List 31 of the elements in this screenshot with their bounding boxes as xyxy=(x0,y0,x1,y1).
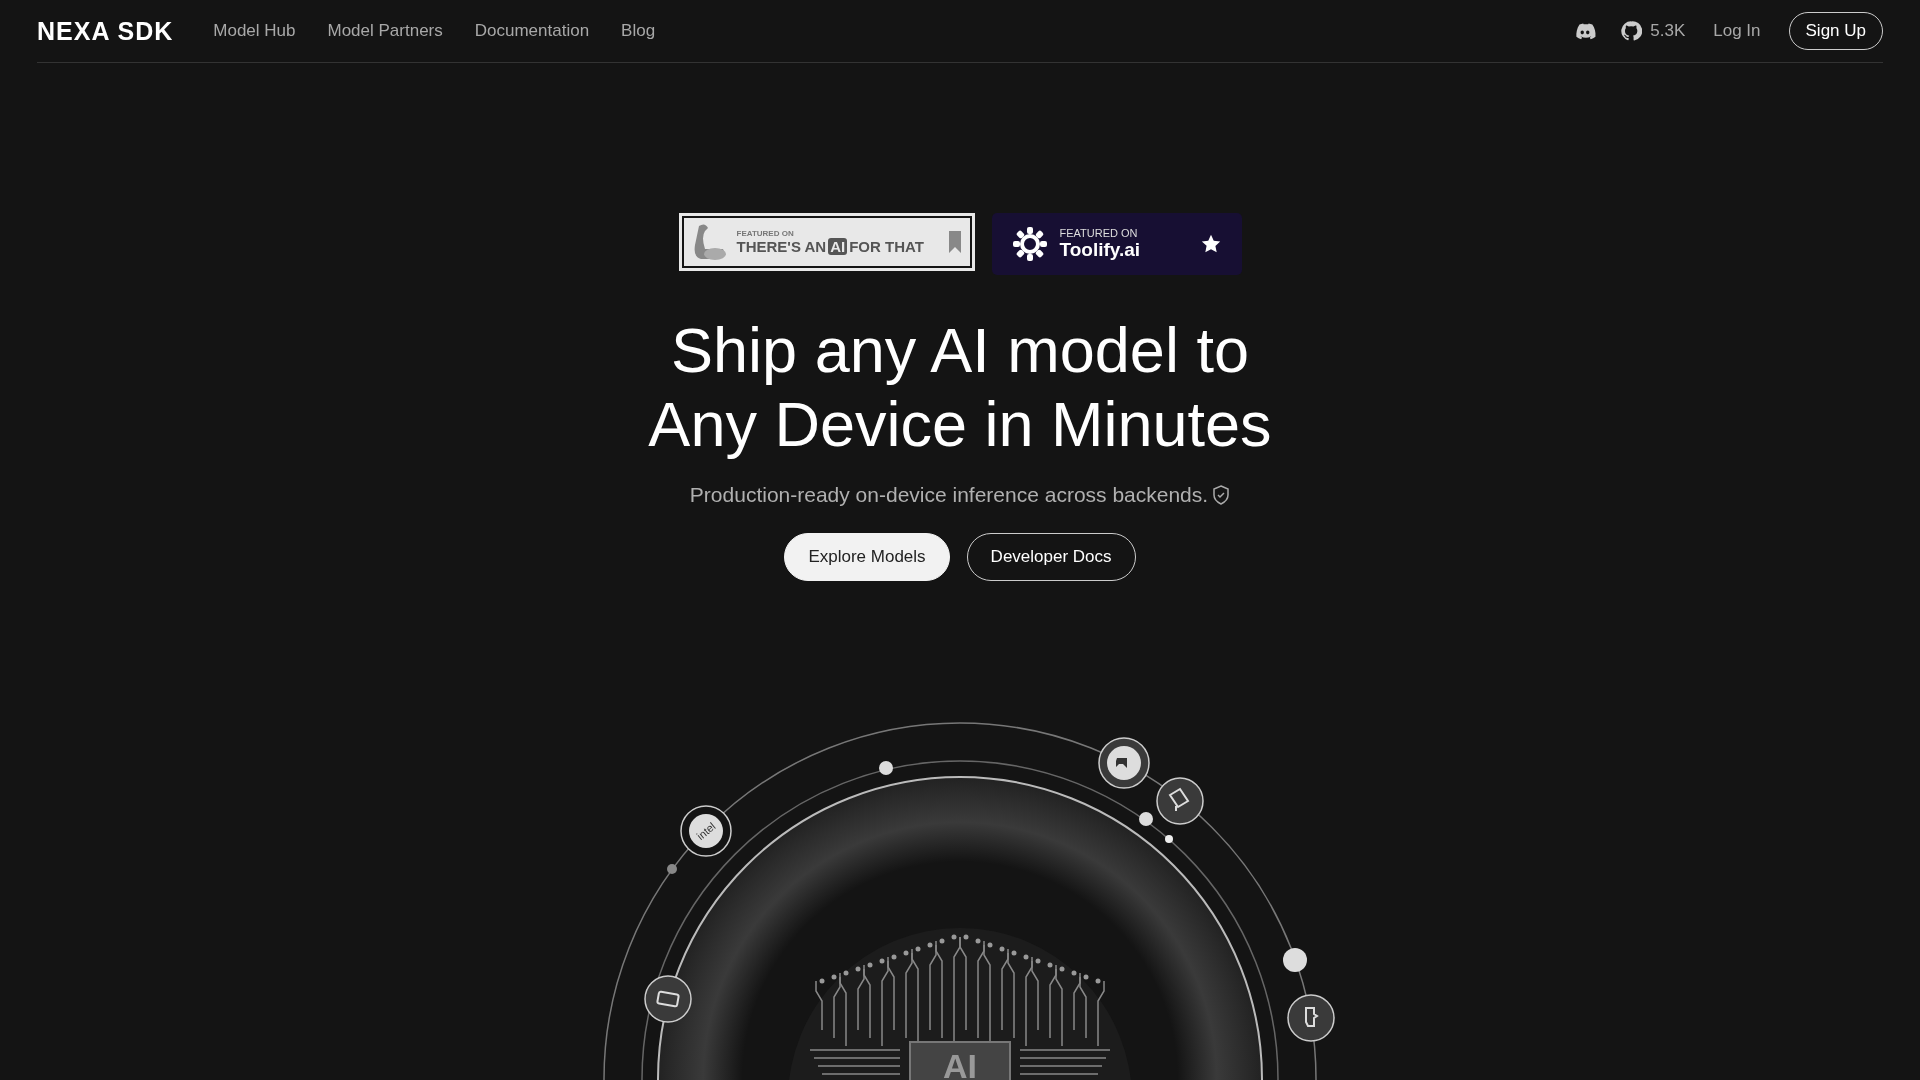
nav-link[interactable]: Documentation xyxy=(474,21,590,41)
arm-icon xyxy=(692,222,727,262)
orbit-dot xyxy=(667,864,677,874)
star-icon xyxy=(1199,233,1222,255)
developer-docs-button[interactable]: Developer Docs xyxy=(966,533,1136,581)
orbit-dot xyxy=(1283,948,1307,972)
hero-subtitle: Production-ready on-device inference across backends. xyxy=(689,483,1209,507)
chip-label: AI xyxy=(943,1047,977,1080)
badge-caption: FEATURED ON xyxy=(736,229,795,238)
orbit-dot xyxy=(879,761,893,775)
orbit-dot xyxy=(1165,835,1173,843)
login-link[interactable]: Log In xyxy=(1713,21,1761,41)
ring-logo-icon xyxy=(1011,226,1048,262)
featured-badge[interactable]: FEATURED ON THERE'S AN AI FOR THAT xyxy=(678,213,975,271)
nav-link[interactable]: Blog xyxy=(621,21,656,41)
tablet-icon xyxy=(644,975,692,1023)
nav-link[interactable]: Model Hub xyxy=(213,21,296,41)
logo[interactable]: NEXA SDK xyxy=(37,16,174,46)
intel-logo: intel xyxy=(680,805,732,857)
shield-check-icon xyxy=(1212,485,1231,505)
badge-title: Toolify.ai xyxy=(1059,239,1142,261)
github-icon[interactable] xyxy=(1620,20,1643,42)
orbit-dot xyxy=(1139,812,1153,826)
bookmark-icon xyxy=(948,231,961,253)
nav-link[interactable]: Model Partners xyxy=(327,21,443,41)
badge-title: THERE'S AN AI FOR THAT xyxy=(736,238,925,255)
star-count: 5.3K xyxy=(1650,21,1686,41)
hero-title: Ship any AI model to Any Device in Minutes xyxy=(648,314,1272,461)
explore-models-button[interactable]: Explore Models xyxy=(784,533,950,581)
badge-caption: FEATURED ON xyxy=(1059,227,1139,239)
featured-badge[interactable]: FEATURED ON Toolify.ai xyxy=(991,213,1242,275)
